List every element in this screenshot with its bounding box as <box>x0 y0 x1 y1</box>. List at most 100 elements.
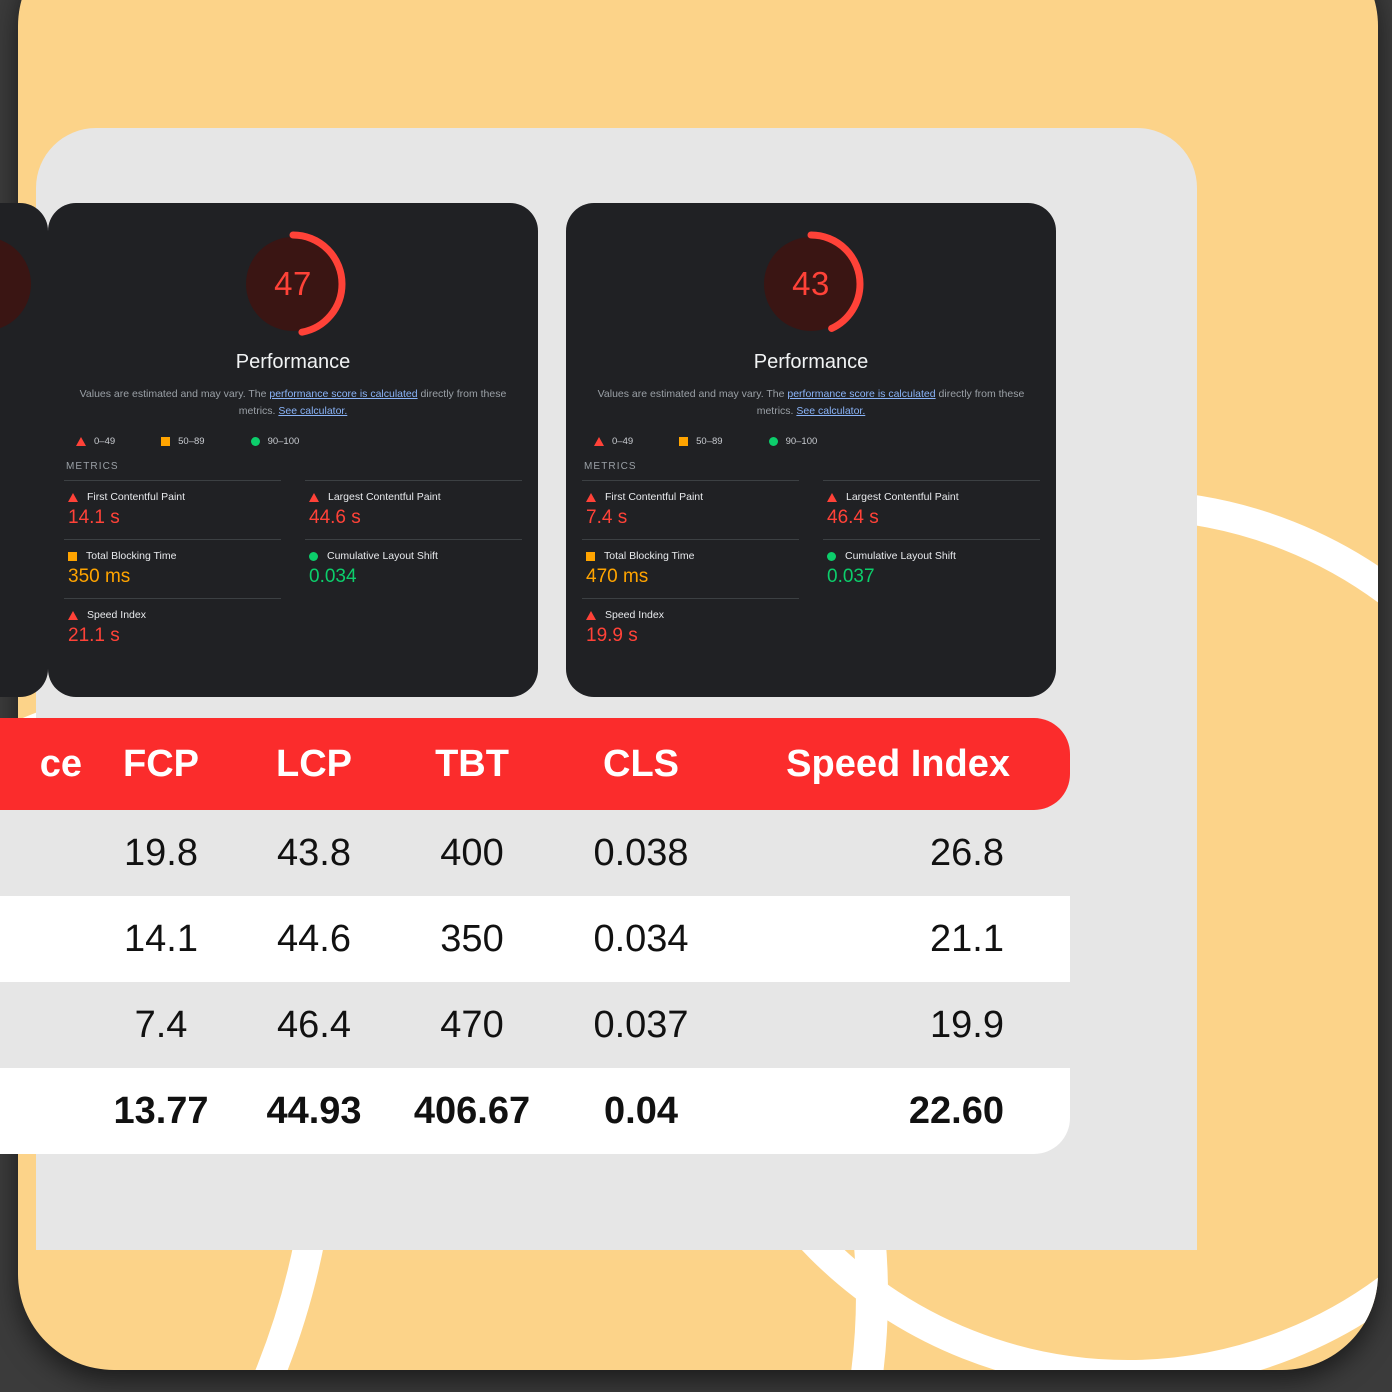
performance-score-link[interactable]: performance score is calculated <box>787 388 935 400</box>
lighthouse-card-2[interactable]: 43 Performance Values are estimated and … <box>566 203 1056 697</box>
see-calculator-link[interactable]: See calculator. <box>278 405 347 417</box>
metric-first-contentful-paint[interactable]: First Contentful Paint 14.1 s <box>64 480 281 539</box>
performance-score-link[interactable]: performance score is calculated <box>269 388 417 400</box>
column-header-lcp[interactable]: LCP <box>236 718 392 810</box>
metric-name: Largest Contentful Paint <box>328 491 441 503</box>
card-1-metrics-grid: First Contentful Paint 14.1 s Largest Co… <box>64 480 522 657</box>
card-2-description: Values are estimated and may vary. The p… <box>588 386 1034 420</box>
metric-value: 7.4 s <box>586 507 628 528</box>
metric-value: 44.6 s <box>309 507 361 528</box>
cell-lcp: 46.4 <box>236 982 392 1068</box>
legend-item-orange: 50–89 <box>161 436 205 447</box>
metric-name: First Contentful Paint <box>87 491 186 503</box>
legend-item-green: 90–100 <box>768 436 818 447</box>
metric-name: Speed Index <box>605 609 664 621</box>
desc-prefix: Values are estimated and may vary. The <box>79 388 270 400</box>
square-icon <box>68 551 77 561</box>
table-header-row: ce FCP LCP TBT CLS Speed Index <box>0 718 1070 810</box>
lighthouse-card-partial[interactable] <box>0 203 48 697</box>
metric-head: Total Blocking Time <box>68 550 281 562</box>
metric-largest-contentful-paint[interactable]: Largest Contentful Paint 44.6 s <box>305 480 522 539</box>
metric-value: 21.1 s <box>68 625 120 646</box>
triangle-icon <box>586 492 596 502</box>
column-header-performance[interactable]: ce <box>0 718 86 810</box>
metric-value: 19.9 s <box>586 625 638 646</box>
cell-tbt: 470 <box>392 982 552 1068</box>
table-body: 19.8 43.8 400 0.038 26.8 14.1 44.6 350 0… <box>0 810 1070 1154</box>
triangle-icon <box>309 492 319 502</box>
metric-cumulative-layout-shift[interactable]: Cumulative Layout Shift 0.034 <box>305 539 522 598</box>
card-1-description: Values are estimated and may vary. The p… <box>70 386 516 420</box>
metric-value: 350 ms <box>68 566 131 587</box>
cell-fcp: 19.8 <box>86 810 236 896</box>
performance-gauge-2: 43 <box>756 229 866 339</box>
triangle-icon <box>76 437 86 446</box>
metric-speed-index[interactable]: Speed Index 21.1 s <box>64 598 281 657</box>
cell-performance <box>0 810 86 896</box>
metric-head: Total Blocking Time <box>586 550 799 562</box>
performance-score-1: 47 <box>274 265 312 302</box>
metric-speed-index[interactable]: Speed Index 19.9 s <box>582 598 799 657</box>
legend-item-red: 0–49 <box>594 436 633 447</box>
column-header-cls[interactable]: CLS <box>552 718 730 810</box>
legend-label: 90–100 <box>785 436 818 447</box>
partial-card-title <box>0 351 48 374</box>
metric-largest-contentful-paint[interactable]: Largest Contentful Paint 46.4 s <box>823 480 1040 539</box>
square-icon <box>161 437 171 446</box>
metric-total-blocking-time[interactable]: Total Blocking Time 470 ms <box>582 539 799 598</box>
column-header-tbt[interactable]: TBT <box>392 718 552 810</box>
metric-name: Total Blocking Time <box>86 550 177 562</box>
screenshot-root: 47 Performance Values are estimated and … <box>0 0 1392 1392</box>
legend-label: 90–100 <box>267 436 300 447</box>
cell-fcp: 14.1 <box>86 896 236 982</box>
metric-head: Cumulative Layout Shift <box>309 550 522 562</box>
metric-value: 14.1 s <box>68 507 120 528</box>
table-row[interactable]: 14.1 44.6 350 0.034 21.1 <box>0 896 1070 982</box>
lighthouse-cards-strip: 47 Performance Values are estimated and … <box>0 203 1160 697</box>
metric-name: Speed Index <box>87 609 146 621</box>
cell-lcp: 44.6 <box>236 896 392 982</box>
circle-icon <box>250 437 260 446</box>
metric-cumulative-layout-shift[interactable]: Cumulative Layout Shift 0.037 <box>823 539 1040 598</box>
table-row[interactable]: 19.8 43.8 400 0.038 26.8 <box>0 810 1070 896</box>
metric-head: Speed Index <box>68 609 281 621</box>
legend-item-orange: 50–89 <box>679 436 723 447</box>
performance-score-2: 43 <box>792 265 830 302</box>
table-summary-row[interactable]: 13.77 44.93 406.67 0.04 22.60 <box>0 1068 1070 1154</box>
results-table-container: ce FCP LCP TBT CLS Speed Index 19.8 43.8… <box>0 718 1070 1154</box>
metric-name: First Contentful Paint <box>605 491 704 503</box>
lighthouse-card-1[interactable]: 47 Performance Values are estimated and … <box>48 203 538 697</box>
card-1-metrics-label: METRICS <box>66 461 119 472</box>
triangle-icon <box>68 492 78 502</box>
circle-icon <box>827 551 836 561</box>
table-head: ce FCP LCP TBT CLS Speed Index <box>0 718 1070 810</box>
triangle-icon <box>586 610 596 620</box>
see-calculator-link[interactable]: See calculator. <box>796 405 865 417</box>
cell-speed-index: 21.1 <box>730 896 1070 982</box>
square-icon <box>586 551 595 561</box>
card-1-legend: 0–49 50–89 90–100 <box>48 436 538 447</box>
table-row[interactable]: 7.4 46.4 470 0.037 19.9 <box>0 982 1070 1068</box>
circle-icon <box>768 437 778 446</box>
cell-tbt: 406.67 <box>392 1068 552 1154</box>
column-header-speed-index[interactable]: Speed Index <box>730 718 1070 810</box>
metric-name: Largest Contentful Paint <box>846 491 959 503</box>
metric-total-blocking-time[interactable]: Total Blocking Time 350 ms <box>64 539 281 598</box>
gauge-fill <box>0 237 31 331</box>
metric-head: First Contentful Paint <box>68 491 281 503</box>
cell-fcp: 7.4 <box>86 982 236 1068</box>
column-header-fcp[interactable]: FCP <box>86 718 236 810</box>
cell-lcp: 43.8 <box>236 810 392 896</box>
card-2-title: Performance <box>753 351 869 373</box>
legend-item-green: 90–100 <box>250 436 300 447</box>
legend-label: 0–49 <box>94 436 116 447</box>
legend-label: 0–49 <box>612 436 634 447</box>
performance-gauge-partial <box>0 229 39 339</box>
circle-icon <box>309 551 318 561</box>
metric-first-contentful-paint[interactable]: First Contentful Paint 7.4 s <box>582 480 799 539</box>
metric-value: 0.034 <box>309 566 357 587</box>
legend-item-red: 0–49 <box>76 436 115 447</box>
cell-speed-index: 26.8 <box>730 810 1070 896</box>
legend-label: 50–89 <box>178 436 205 447</box>
triangle-icon <box>827 492 837 502</box>
